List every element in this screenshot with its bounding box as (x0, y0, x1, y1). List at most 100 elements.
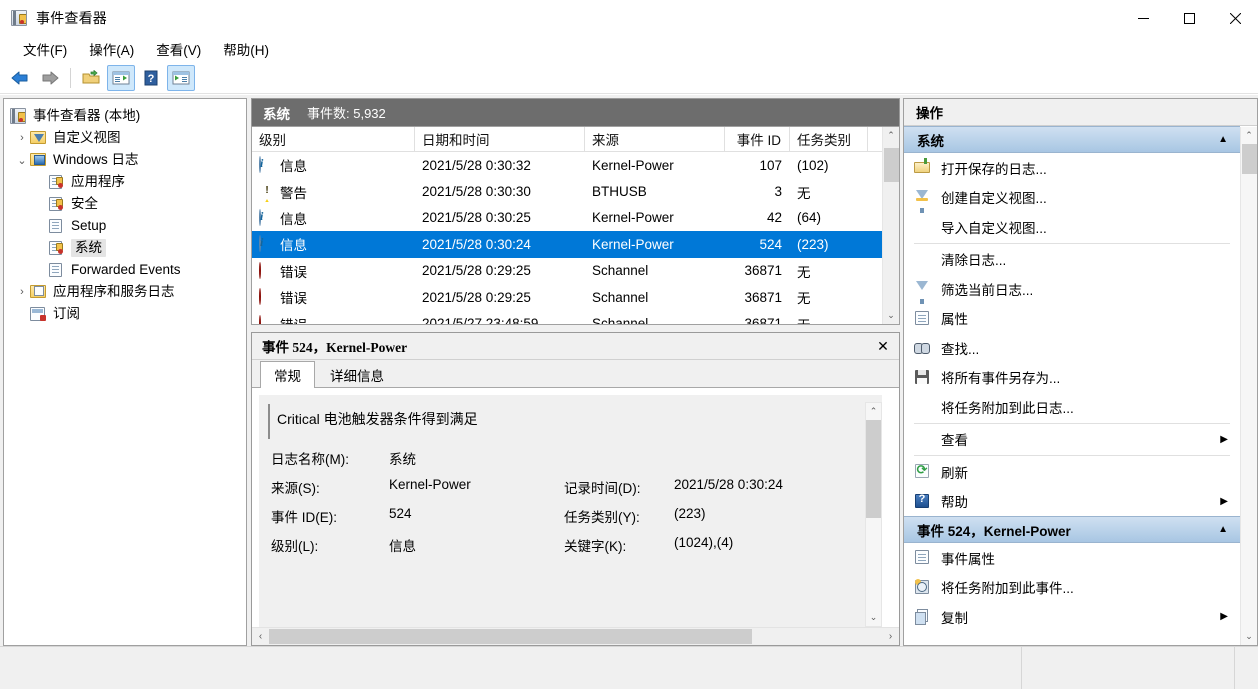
scrollbar-track[interactable] (883, 144, 900, 307)
menu-view[interactable]: 查看(V) (145, 36, 212, 63)
close-icon[interactable]: ✕ (873, 336, 893, 356)
table-row[interactable]: 错误 2021/5/27 23:48:59 Schannel 36871 无 (252, 310, 899, 324)
actions-title: 操作 (904, 99, 1257, 126)
scroll-right-arrow[interactable]: › (882, 628, 899, 645)
field-label-task-category: 任务类别(Y): (564, 510, 640, 525)
action-copy[interactable]: 复制 ▶ (904, 602, 1240, 632)
table-row[interactable]: 错误 2021/5/28 0:29:25 Schannel 36871 无 (252, 284, 899, 310)
tree-item-subscriptions[interactable]: 订阅 (4, 303, 246, 325)
tree-item-application[interactable]: 应用程序 (4, 171, 246, 193)
tree-item-applications-and-services-logs[interactable]: › 应用程序和服务日志 (4, 281, 246, 303)
chevron-down-icon[interactable]: ⌄ (14, 152, 30, 168)
column-header-datetime[interactable]: 日期和时间 (415, 127, 585, 151)
find-icon (914, 339, 931, 356)
actions-section-system[interactable]: 系统 ▲ (904, 126, 1240, 153)
action-event-properties[interactable]: 事件属性 (904, 543, 1240, 573)
cell-event-id: 36871 (744, 263, 782, 279)
action-find[interactable]: 查找... (904, 333, 1240, 363)
cell-level-text: 信息 (280, 211, 307, 227)
show-action-pane-icon[interactable] (167, 64, 195, 91)
column-header-source[interactable]: 来源 (585, 127, 725, 151)
table-row[interactable]: 警告 2021/5/28 0:30:30 BTHUSB 3 无 (252, 178, 899, 204)
column-header-event-id[interactable]: 事件 ID (725, 127, 790, 151)
forward-icon[interactable] (36, 65, 64, 91)
table-row[interactable]: 错误 2021/5/28 0:29:25 Schannel 36871 无 (252, 258, 899, 284)
subscription-icon (30, 306, 47, 322)
scrollbar-track[interactable] (269, 628, 882, 645)
action-view[interactable]: 查看 ▶ (904, 425, 1240, 455)
actions-section-event[interactable]: 事件 524，Kernel-Power ▲ (904, 516, 1240, 543)
scrollbar-thumb[interactable] (269, 629, 752, 644)
menu-bar: 文件(F) 操作(A) 查看(V) 帮助(H) (0, 36, 1258, 62)
event-details-pane: 事件 524，Kernel-Power ✕ 常规 详细信息 Critical 电… (251, 332, 900, 646)
table-row-selected[interactable]: 信息 2021/5/28 0:30:24 Kernel-Power 524 (2… (252, 231, 899, 258)
actions-scrollbar[interactable]: ⌃ ⌄ (1240, 127, 1257, 645)
close-button[interactable] (1212, 0, 1258, 36)
action-attach-task-to-log[interactable]: 将任务附加到此日志... (904, 392, 1240, 422)
open-folder-icon[interactable] (77, 65, 105, 91)
tab-details[interactable]: 详细信息 (316, 362, 398, 387)
column-header-level[interactable]: 级别 (252, 127, 415, 151)
action-import-custom-view[interactable]: 导入自定义视图... (904, 212, 1240, 242)
scrollbar-track[interactable] (865, 420, 882, 609)
cell-level-text: 警告 (280, 185, 307, 201)
scroll-up-arrow[interactable]: ⌃ (883, 127, 900, 144)
tree-item-setup[interactable]: Setup (4, 215, 246, 237)
scrollbar-track[interactable] (1241, 144, 1258, 628)
error-icon (259, 261, 275, 279)
tree-item-system[interactable]: 系统 (4, 237, 246, 259)
scrollbar-thumb[interactable] (1241, 144, 1257, 174)
action-properties[interactable]: 属性 (904, 304, 1240, 334)
action-help[interactable]: 帮助 ▶ (904, 487, 1240, 517)
event-list-scrollbar[interactable]: ⌃ ⌄ (882, 127, 899, 324)
scrollbar-thumb[interactable] (866, 420, 881, 518)
info-icon (259, 208, 275, 226)
tree-root[interactable]: 事件查看器 (本地) (4, 105, 246, 127)
scrollbar-thumb[interactable] (883, 148, 899, 182)
tree-item-security[interactable]: 安全 (4, 193, 246, 215)
scroll-left-arrow[interactable]: ‹ (252, 628, 269, 645)
table-row[interactable]: 信息 2021/5/28 0:30:25 Kernel-Power 42 (64… (252, 205, 899, 231)
action-filter-current-log[interactable]: 筛选当前日志... (904, 274, 1240, 305)
chevron-right-icon[interactable]: › (14, 130, 30, 146)
details-title: 事件 524，Kernel-Power (262, 340, 408, 355)
scroll-up-arrow[interactable]: ⌃ (865, 403, 882, 420)
back-icon[interactable] (6, 65, 34, 91)
action-clear-log[interactable]: 清除日志... (904, 245, 1240, 275)
details-horizontal-scrollbar[interactable]: ‹ › (252, 627, 899, 645)
action-save-all-events-as[interactable]: 将所有事件另存为... (904, 363, 1240, 393)
table-row[interactable]: 信息 2021/5/28 0:30:32 Kernel-Power 107 (1… (252, 152, 899, 178)
details-scrollbar[interactable]: ⌃ ⌄ (865, 402, 882, 627)
action-refresh[interactable]: 刷新 (904, 457, 1240, 487)
maximize-button[interactable] (1166, 0, 1212, 36)
tree-item-custom-views[interactable]: › 自定义视图 (4, 127, 246, 149)
action-attach-task-to-event[interactable]: 将任务附加到此事件... (904, 573, 1240, 603)
help-icon[interactable]: ? (137, 65, 165, 91)
show-tree-pane-icon[interactable] (107, 64, 135, 91)
action-open-saved-log[interactable]: 打开保存的日志... (904, 153, 1240, 183)
scroll-down-arrow[interactable]: ⌄ (1241, 628, 1258, 645)
plain-log-icon (48, 218, 65, 234)
cell-event-id: 3 (774, 184, 782, 200)
warning-icon (259, 183, 275, 202)
field-value-source: Kernel-Power (389, 477, 471, 492)
tab-general[interactable]: 常规 (260, 361, 315, 388)
tree-item-forwarded-events[interactable]: Forwarded Events (4, 259, 246, 281)
collapse-icon[interactable]: ▲ (1218, 134, 1228, 145)
tree-item-windows-logs[interactable]: ⌄ Windows 日志 (4, 149, 246, 171)
scroll-down-arrow[interactable]: ⌄ (865, 609, 882, 626)
menu-action[interactable]: 操作(A) (78, 36, 145, 63)
minimize-button[interactable] (1120, 0, 1166, 36)
cell-level-text: 信息 (280, 159, 307, 175)
action-create-custom-view[interactable]: 创建自定义视图... (904, 183, 1240, 213)
cell-source: BTHUSB (592, 184, 647, 200)
scroll-up-arrow[interactable]: ⌃ (1241, 127, 1258, 144)
menu-file[interactable]: 文件(F) (12, 36, 78, 63)
open-saved-log-icon (914, 158, 931, 176)
column-header-task[interactable]: 任务类别 (790, 127, 868, 151)
cell-level: 警告 (252, 182, 415, 202)
chevron-right-icon[interactable]: › (14, 284, 30, 300)
menu-help[interactable]: 帮助(H) (212, 36, 280, 63)
collapse-icon[interactable]: ▲ (1218, 524, 1228, 535)
scroll-down-arrow[interactable]: ⌄ (883, 307, 900, 324)
